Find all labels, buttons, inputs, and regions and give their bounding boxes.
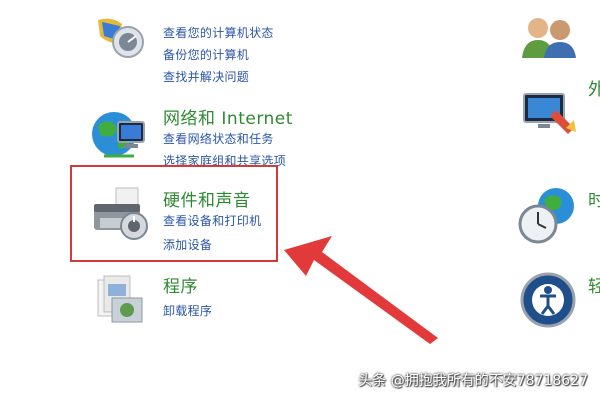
right-partial-glyph-1: 外 [588,80,600,100]
clock-globe-icon[interactable] [516,184,580,246]
network-globe-icon[interactable] [88,104,150,164]
ease-of-access-icon[interactable] [518,270,578,330]
link-view-computer-status[interactable]: 查看您的计算机状态 [163,24,274,41]
red-arrow-annotation [284,236,438,344]
hardware-printer-icon[interactable] [88,184,152,244]
system-security-icon[interactable] [92,14,148,62]
right-partial-glyph-2: 时 [588,191,600,211]
category-title-hardware[interactable]: 硬件和声音 [163,186,251,211]
link-backup-computer[interactable]: 备份您的计算机 [163,46,249,63]
link-add-device[interactable]: 添加设备 [163,236,212,253]
category-title-programs[interactable]: 程序 [163,272,198,297]
link-find-fix-problems[interactable]: 查找并解决问题 [163,68,249,85]
category-title-network[interactable]: 网络和 Internet [163,104,293,129]
link-view-devices-printers[interactable]: 查看设备和打印机 [163,212,261,229]
link-view-network-status[interactable]: 查看网络状态和任务 [163,130,274,147]
appearance-icon[interactable] [516,88,578,140]
user-accounts-icon[interactable] [518,14,582,58]
right-partial-glyph-3: 轻 [588,277,600,297]
programs-icon[interactable] [90,270,148,328]
watermark-text: 头条 @拥抱我所有的不安78718627 [358,373,588,389]
link-uninstall-program[interactable]: 卸载程序 [163,302,212,319]
